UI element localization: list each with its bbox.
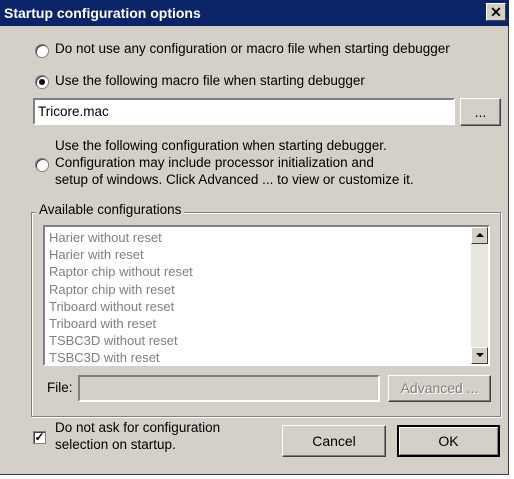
configuration-label-line2[interactable]: Configuration may include processor init… [55, 155, 374, 170]
config-list-item[interactable]: TSBC3D without reset [49, 332, 193, 349]
config-list-item[interactable]: Triboard without reset [49, 298, 193, 315]
config-list-item[interactable]: Harier with reset [49, 246, 193, 263]
file-label: File: [47, 380, 73, 395]
browse-button[interactable]: ... [460, 98, 501, 126]
checkmark-icon: ✓ [34, 430, 45, 444]
config-list-item[interactable]: Raptor chip with reset [49, 281, 193, 298]
scroll-down-button[interactable] [471, 347, 488, 364]
dont-ask-checkbox[interactable]: ✓ [33, 431, 46, 444]
config-list-item[interactable]: TSBC3D with reset [49, 349, 193, 364]
macro-file-input[interactable]: Tricore.mac [33, 98, 455, 125]
close-button[interactable]: ✕ [486, 3, 506, 21]
configuration-label-line3[interactable]: setup of windows. Click Advanced ... to … [55, 172, 414, 187]
config-list-item[interactable]: Harier without reset [49, 229, 193, 246]
advanced-label: Advanced ... [400, 380, 479, 396]
arrow-up-icon [476, 233, 484, 237]
no-file-radio[interactable] [35, 44, 49, 58]
title-bar[interactable]: Startup configuration options ✕ [0, 0, 509, 26]
dont-ask-label-line1[interactable]: Do not ask for configuration [55, 420, 220, 435]
list-scrollbar[interactable] [471, 227, 488, 364]
configurations-list[interactable]: Harier without reset Harier with reset Rap… [43, 225, 490, 366]
startup-config-dialog: Startup configuration options ✕ Do not u… [0, 0, 509, 475]
ok-label: OK [438, 433, 459, 449]
configuration-radio[interactable] [35, 158, 49, 172]
cancel-button[interactable]: Cancel [282, 425, 386, 457]
scroll-up-button[interactable] [471, 227, 488, 244]
macro-file-label[interactable]: Use the following macro file when starti… [55, 73, 365, 88]
close-icon: ✕ [490, 4, 502, 20]
ok-button[interactable]: OK [397, 425, 500, 457]
dont-ask-label-line2[interactable]: selection on startup. [55, 437, 176, 452]
config-list-item[interactable]: Raptor chip without reset [49, 263, 193, 280]
configuration-label-line1[interactable]: Use the following configuration when sta… [55, 138, 387, 153]
advanced-button[interactable]: Advanced ... [388, 375, 491, 402]
configurations-list-items: Harier without reset Harier with reset Rap… [49, 229, 193, 364]
available-configurations-label: Available configurations [36, 202, 185, 217]
browse-label: ... [474, 104, 487, 120]
config-file-input[interactable] [78, 375, 380, 402]
no-file-label[interactable]: Do not use any configuration or macro fi… [55, 41, 450, 56]
cancel-label: Cancel [312, 433, 356, 449]
arrow-down-icon [476, 353, 484, 357]
config-list-item[interactable]: Triboard with reset [49, 315, 193, 332]
macro-file-value: Tricore.mac [38, 104, 109, 119]
dialog-title: Startup configuration options [4, 5, 201, 21]
macro-file-radio[interactable] [35, 75, 49, 89]
